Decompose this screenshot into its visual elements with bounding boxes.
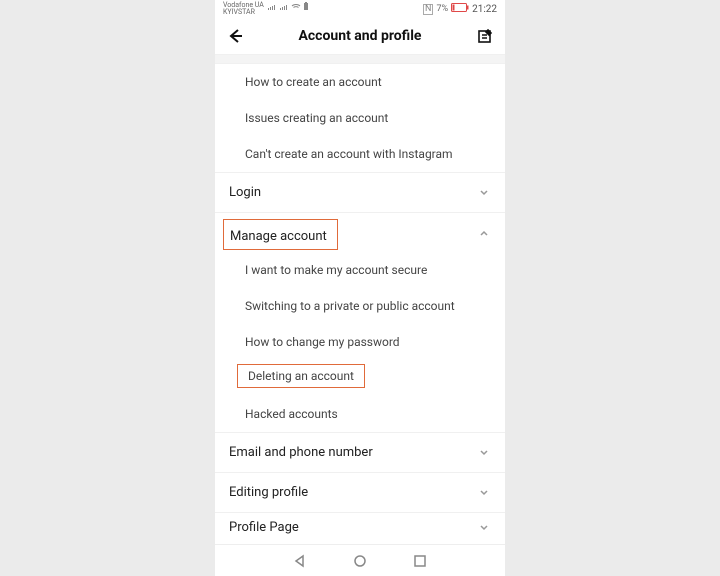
help-item-label: Can't create an account with Instagram xyxy=(245,147,453,161)
section-editing-profile-label: Editing profile xyxy=(229,485,308,500)
page-title: Account and profile xyxy=(298,28,421,44)
section-email-phone[interactable]: Email and phone number xyxy=(215,432,505,472)
back-icon[interactable] xyxy=(225,26,245,46)
status-signal-icons xyxy=(267,2,309,11)
help-item-secure-account[interactable]: I want to make my account secure xyxy=(215,252,505,288)
signal-icon xyxy=(267,3,277,11)
section-login-label: Login xyxy=(229,185,261,200)
chevron-up-icon xyxy=(477,226,491,240)
carrier-2: KYIVSTAR xyxy=(223,9,264,16)
nav-home-icon[interactable] xyxy=(351,552,369,570)
android-nav-bar xyxy=(215,544,505,576)
status-right: N 7% 21:22 xyxy=(423,3,497,15)
help-item-label: Deleting an account xyxy=(248,369,354,383)
help-item-hacked-accounts[interactable]: Hacked accounts xyxy=(215,396,505,432)
section-login[interactable]: Login xyxy=(215,172,505,212)
help-item-issues-creating[interactable]: Issues creating an account xyxy=(215,100,505,136)
app-header: Account and profile xyxy=(215,18,505,54)
help-item-label: I want to make my account secure xyxy=(245,263,427,277)
help-item-create-account[interactable]: How to create an account xyxy=(215,64,505,100)
help-item-label: How to change my password xyxy=(245,335,400,349)
help-item-change-password[interactable]: How to change my password xyxy=(215,324,505,360)
chevron-down-icon xyxy=(477,446,491,460)
highlight-box-deleting-account: Deleting an account xyxy=(237,364,365,388)
carrier-names: Vodafone UA KYIVSTAR xyxy=(223,2,264,16)
content-area: How to create an account Issues creating… xyxy=(215,54,505,544)
highlight-box-manage-account: Manage account xyxy=(223,219,338,250)
help-item-label: How to create an account xyxy=(245,75,382,89)
chevron-down-icon xyxy=(477,486,491,500)
help-item-label: Switching to a private or public account xyxy=(245,299,455,313)
status-left: Vodafone UA KYIVSTAR xyxy=(223,2,309,16)
help-item-label: Issues creating an account xyxy=(245,111,388,125)
phone-frame: Vodafone UA KYIVSTAR N 7% xyxy=(215,0,505,576)
section-email-phone-label: Email and phone number xyxy=(229,445,373,460)
nfc-icon: N xyxy=(423,4,433,15)
section-manage-account[interactable]: Manage account Manage account xyxy=(215,212,505,252)
signal-icon-2 xyxy=(279,3,289,11)
wifi-icon xyxy=(291,3,301,11)
section-profile-page-label: Profile Page xyxy=(229,520,299,535)
status-bar: Vodafone UA KYIVSTAR N 7% xyxy=(215,0,505,18)
section-divider xyxy=(215,54,505,64)
section-editing-profile[interactable]: Editing profile xyxy=(215,472,505,512)
section-profile-page[interactable]: Profile Page xyxy=(215,512,505,542)
help-item-label: Hacked accounts xyxy=(245,407,338,421)
feedback-icon[interactable] xyxy=(475,26,495,46)
battery-low-icon xyxy=(451,3,469,15)
battery-percent: 7% xyxy=(436,4,448,14)
chevron-down-icon xyxy=(477,521,491,535)
help-item-deleting-account[interactable]: Deleting an account xyxy=(215,360,505,396)
nav-back-icon[interactable] xyxy=(291,552,309,570)
battery-full-icon xyxy=(303,2,309,11)
nav-recent-icon[interactable] xyxy=(411,552,429,570)
help-item-private-public[interactable]: Switching to a private or public account xyxy=(215,288,505,324)
clock: 21:22 xyxy=(472,4,497,15)
section-manage-account-label: Manage account xyxy=(230,229,327,244)
chevron-down-icon xyxy=(477,186,491,200)
help-item-cant-create-instagram[interactable]: Can't create an account with Instagram xyxy=(215,136,505,172)
